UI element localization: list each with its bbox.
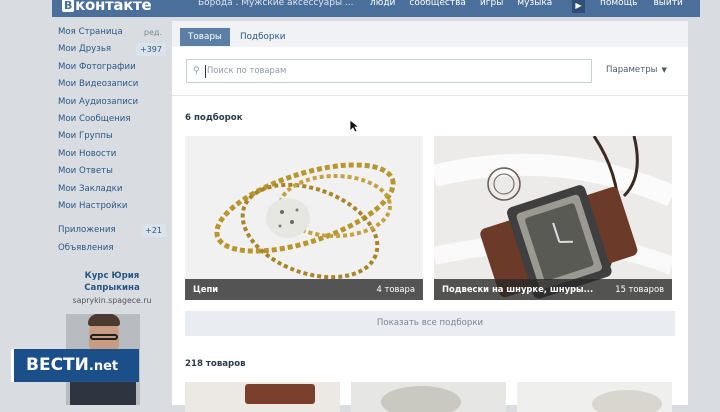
chevron-right-icon[interactable]: ▶ [572,0,585,13]
sidebar-item-label: Мои Фотографии [58,61,136,72]
collection-caption: Подвески на шнурке, шнуры... 15 товаров [434,279,672,300]
collections-title: 6 подборок [185,113,243,123]
menu-divider [58,215,168,222]
sidebar-item-label: Мои Ответы [58,166,113,177]
sidebar-item-label: Мои Группы [58,131,113,142]
tv-channel-suffix: .net [88,359,119,374]
sidebar-item-settings[interactable]: Мои Настройки [58,198,168,215]
sidebar-item-label: Моя Страница [58,27,123,37]
sidebar-item-messages[interactable]: Мои Сообщения [58,111,168,128]
params-dropdown[interactable]: Параметры ▼ [606,65,667,75]
top-nav: люди сообщества игры музыка [370,0,552,8]
collection-card-chains[interactable]: Цепи 4 товара [185,136,423,300]
sidebar-item-friends[interactable]: Мои Друзья +397 [58,41,168,58]
search-input[interactable]: ⚲ Поиск по товарам [186,59,592,83]
top-right-links: помощь выйти [600,0,683,8]
breadcrumb[interactable]: Борода . Мужские аксессуары ... [198,0,354,8]
chain-photo [185,136,423,300]
search-placeholder: Поиск по товарам [207,65,287,75]
promo-block[interactable]: Курс Юрия Сапрыкина saprykin.spagece.ru [60,270,164,305]
sidebar-item-audio[interactable]: Мои Аудиозаписи [58,94,168,111]
apps-count-badge: +21 [141,224,166,238]
sidebar-item-news[interactable]: Мои Новости [58,146,168,163]
promo-link[interactable]: saprykin.spagece.ru [60,296,164,305]
sidebar-item-label: Мои Сообщения [58,113,131,124]
collection-name: Цепи [193,284,219,294]
divider [172,95,688,96]
product-photo [245,384,315,404]
tv-channel-name: ВЕСТИ [26,355,89,375]
product-thumbnail[interactable] [351,382,506,412]
collection-card-pendants[interactable]: Подвески на шнурке, шнуры... 15 товаров [434,136,672,300]
sidebar-item-label: Мои Видеозаписи [58,79,139,90]
friends-count-badge: +397 [136,43,166,57]
sidebar-item-label: Приложения [58,225,116,236]
sidebar-item-videos[interactable]: Мои Видеозаписи [58,76,168,93]
sidebar-item-label: Объявления [58,242,114,253]
tv-channel-logo: ВЕСТИ.net [11,349,139,382]
collection-caption: Цепи 4 товара [185,279,423,300]
nav-people[interactable]: люди [370,0,395,8]
search-icon: ⚲ [193,66,200,76]
product-thumbnail[interactable] [185,382,340,412]
text-caret [205,65,206,78]
logout-link[interactable]: выйти [653,0,682,8]
photo-glasses [90,334,118,340]
collection-name: Подвески на шнурке, шнуры... [442,284,594,294]
nav-music[interactable]: музыка [517,0,552,8]
promo-title[interactable]: Курс Юрия Сапрыкина [60,270,164,294]
pendant-photo [434,136,672,300]
tab-goods[interactable]: Товары [180,28,230,46]
mouse-cursor-icon [350,120,359,133]
collection-count: 4 товара [376,284,415,294]
nav-games[interactable]: игры [480,0,503,8]
top-bar: Вконтакте Борода . Мужские аксессуары ..… [52,0,700,17]
product-photo [592,390,662,412]
sidebar-item-label: Мои Настройки [58,200,128,211]
collection-count: 15 товаров [615,284,664,294]
sidebar-item-apps[interactable]: Приложения +21 [58,222,168,239]
params-label: Параметры [606,65,658,75]
product-thumbnail[interactable] [517,382,672,412]
sidebar-item-bookmarks[interactable]: Мои Закладки [58,181,168,198]
help-link[interactable]: помощь [600,0,637,8]
tab-collections[interactable]: Подборки [232,28,294,46]
goods-title: 218 товаров [185,359,246,369]
show-all-collections-button[interactable]: Показать все подборки [185,311,675,336]
sidebar-item-my-page[interactable]: Моя Страница ред. [58,24,168,41]
tab-bar: Товары Подборки [172,21,688,47]
market-panel: Товары Подборки ⚲ Поиск по товарам Парам… [172,21,688,412]
sidebar-item-groups[interactable]: Мои Группы [58,128,168,145]
sidebar-item-label: Мои Друзья [58,44,112,55]
sidebar-item-label: Мои Закладки [58,183,123,194]
chevron-down-icon: ▼ [661,66,667,74]
edit-link[interactable]: ред. [144,24,162,41]
sidebar-item-label: Мои Новости [58,148,117,159]
left-menu: Моя Страница ред. Мои Друзья +397 Мои Фо… [58,24,168,257]
product-photo [381,386,461,412]
vk-logo[interactable]: Вконтакте [62,0,152,14]
sidebar-item-photos[interactable]: Мои Фотографии [58,59,168,76]
photo-hair [88,314,120,326]
sidebar-item-label: Мои Аудиозаписи [58,96,139,107]
nav-communities[interactable]: сообщества [409,0,466,8]
sidebar-item-answers[interactable]: Мои Ответы [58,163,168,180]
vk-logo-badge: В [62,0,75,12]
sidebar-item-ads[interactable]: Объявления [58,240,168,257]
vk-logo-text: контакте [75,0,152,14]
